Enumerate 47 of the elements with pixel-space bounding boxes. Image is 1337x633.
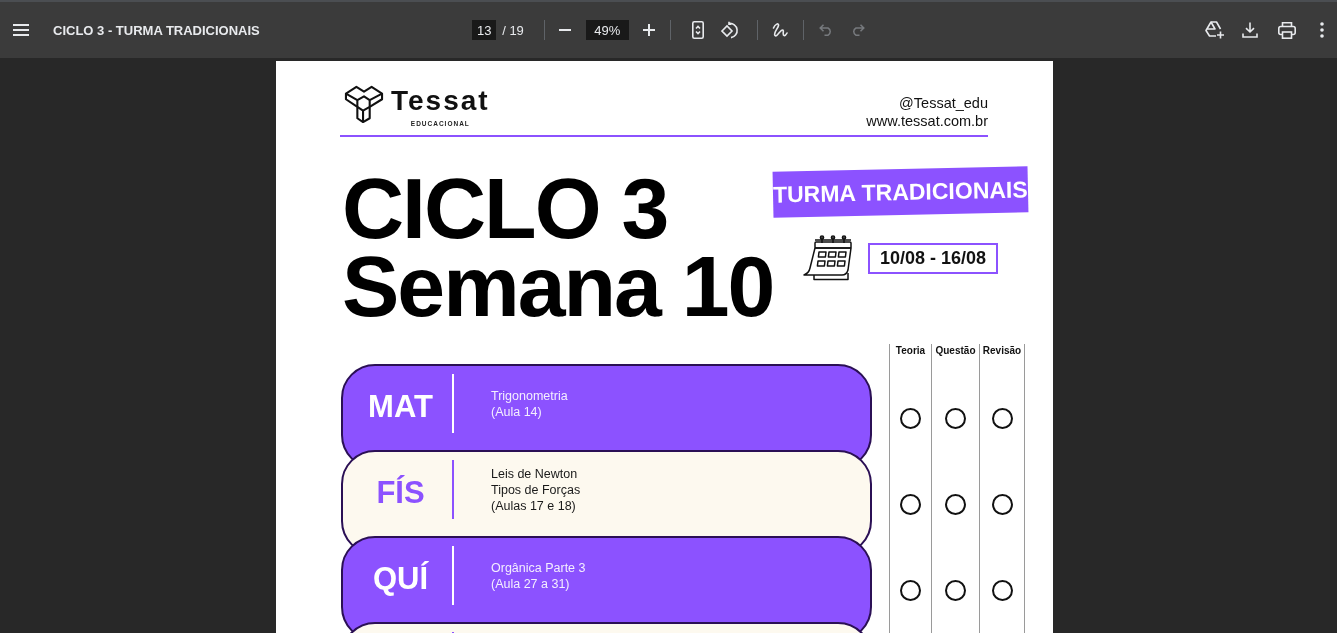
more-button[interactable] xyxy=(1320,22,1324,38)
page-count: / 19 xyxy=(502,22,524,38)
topic-text: (Aula 14) xyxy=(491,403,543,420)
more-icon xyxy=(1320,22,1324,38)
column-header: Revisão xyxy=(982,344,1022,358)
website-url: www.tessat.com.br xyxy=(866,112,988,130)
calendar-icon xyxy=(802,235,854,281)
heading-text: Semana 10 xyxy=(342,247,774,325)
undo-icon xyxy=(818,24,833,36)
topic-text: (Aulas 17 e 18) xyxy=(491,497,577,514)
print-button[interactable] xyxy=(1278,21,1296,39)
zoom-in-button[interactable] xyxy=(642,24,655,36)
fit-page-button[interactable] xyxy=(691,21,704,39)
minus-icon xyxy=(558,29,571,31)
download-icon xyxy=(1242,22,1258,38)
social-handle: @Tessat_edu xyxy=(899,94,988,112)
logo-icon xyxy=(344,85,384,123)
class-banner: TURMA TRADICIONAIS xyxy=(772,166,1029,218)
column-header: Questão xyxy=(935,344,976,358)
subject-abbreviation: FÍS xyxy=(376,475,425,510)
drive-add-button[interactable] xyxy=(1205,21,1225,39)
zoom-field[interactable]: 49% xyxy=(585,20,629,40)
rotate-button[interactable] xyxy=(720,21,739,39)
subject-abbreviation: MAT xyxy=(368,389,433,424)
rotate-icon xyxy=(720,21,739,39)
triangle-plus-icon xyxy=(1205,21,1225,39)
download-button[interactable] xyxy=(1242,22,1258,38)
document-title: CICLO 3 - TURMA TRADICIONAIS xyxy=(53,22,260,38)
topic-text: (Aula 27 a 31) xyxy=(491,575,571,592)
topic-text: Leis de Newton xyxy=(491,465,579,482)
column-header: Teoria xyxy=(895,344,926,358)
topic-text: Trigonometria xyxy=(491,387,568,404)
fit-page-icon xyxy=(691,21,704,39)
print-icon xyxy=(1278,21,1296,39)
menu-icon xyxy=(13,24,29,36)
menu-button[interactable] xyxy=(13,24,29,36)
subject-abbreviation: QUÍ xyxy=(372,561,429,596)
page-number-field[interactable]: 13 xyxy=(472,20,497,40)
plus-icon xyxy=(642,24,655,36)
topic-text: Tipos de Forças xyxy=(491,481,581,498)
topic-text: Orgânica Parte 3 xyxy=(491,559,586,576)
logo-wordmark: Tessat xyxy=(391,88,490,114)
squiggle-icon xyxy=(771,22,788,38)
redo-icon xyxy=(850,24,865,36)
date-range: 10/08 - 16/08 xyxy=(868,242,999,274)
heading-text: CICLO 3 xyxy=(342,169,669,247)
draw-button[interactable] xyxy=(771,22,788,38)
